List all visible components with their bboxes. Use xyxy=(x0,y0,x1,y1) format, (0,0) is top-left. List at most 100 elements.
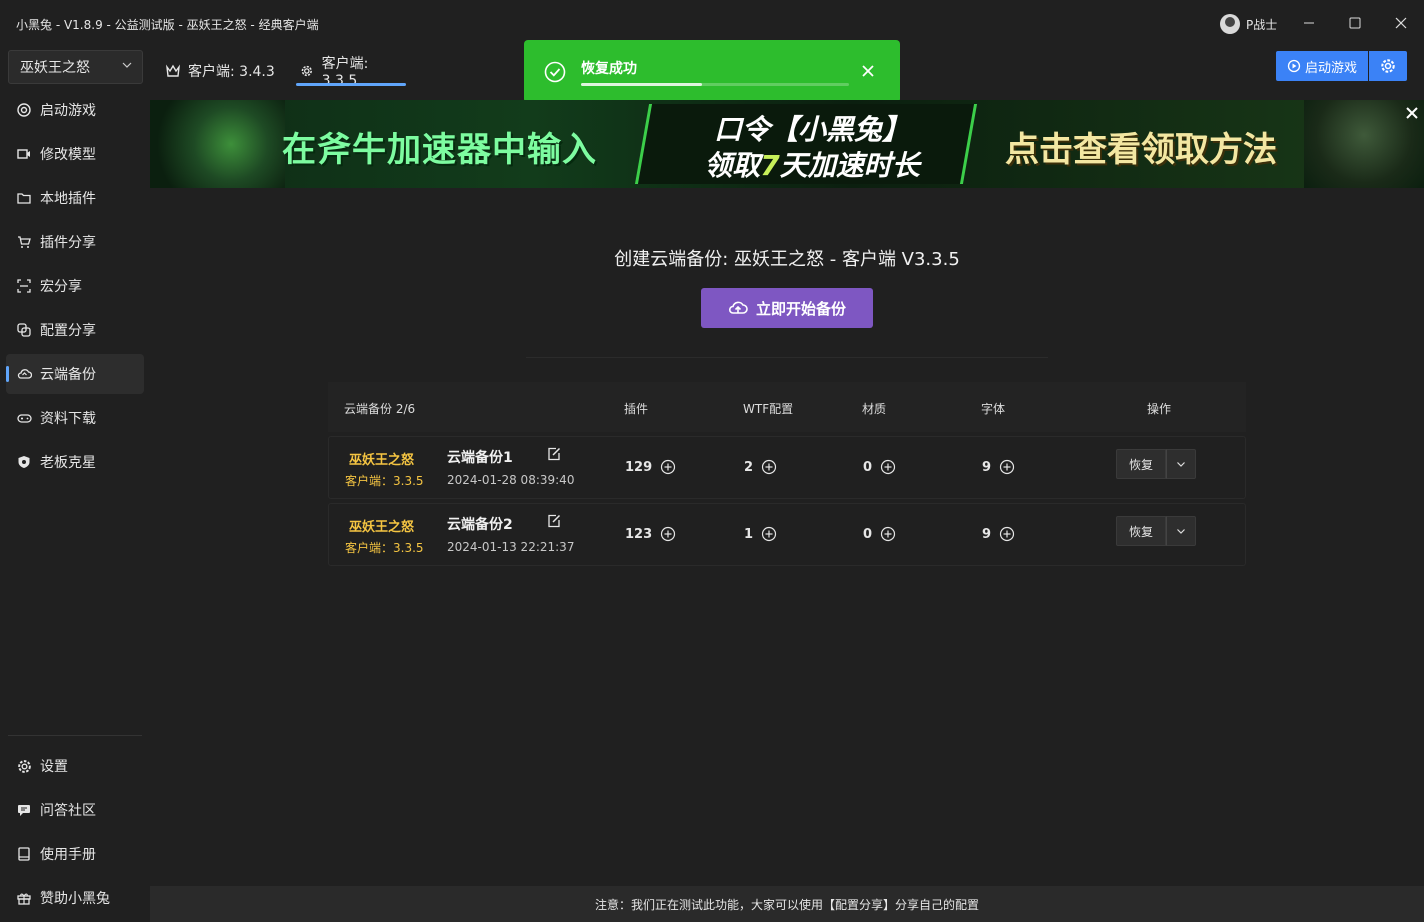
close-icon xyxy=(1395,17,1407,29)
launch-game-button[interactable]: 启动游戏 xyxy=(1276,51,1368,81)
sidebar-item-manual[interactable]: 使用手册 xyxy=(6,834,144,874)
avatar xyxy=(1220,14,1240,34)
sidebar-item-label: 老板克星 xyxy=(40,455,96,471)
game-select[interactable]: 巫妖王之怒 xyxy=(8,50,143,84)
row-textures-count: 0 xyxy=(863,526,873,542)
row-fonts-count: 9 xyxy=(982,526,992,542)
close-window-button[interactable] xyxy=(1389,12,1413,36)
restore-dropdown-button[interactable] xyxy=(1166,516,1196,546)
edit-icon[interactable] xyxy=(547,447,563,463)
banner-reward-days: 7 xyxy=(760,149,780,182)
sidebar-item-addon-share[interactable]: 插件分享 xyxy=(6,222,144,262)
minimize-button[interactable] xyxy=(1297,12,1321,36)
gift-icon xyxy=(16,890,32,906)
row-fonts-cell: 9 xyxy=(982,459,1015,475)
backup-title: 创建云端备份: 巫妖王之怒 - 客户端 V3.3.5 xyxy=(614,249,960,270)
row-backup-date: 2024-01-28 08:39:40 xyxy=(447,473,575,487)
plus-circle-icon[interactable] xyxy=(660,459,676,475)
chat-icon xyxy=(16,802,32,818)
sidebar-item-macro-share[interactable]: 宏分享 xyxy=(6,266,144,306)
launch-settings-button[interactable] xyxy=(1369,51,1407,81)
folder-icon xyxy=(16,190,32,206)
sidebar-item-boss-key[interactable]: 老板克星 xyxy=(6,442,144,482)
plus-circle-icon[interactable] xyxy=(999,526,1015,542)
row-game-name: 巫妖王之怒 xyxy=(349,520,415,535)
sidebar-item-label: 资料下载 xyxy=(40,411,96,427)
tab-label: 客户端: 3.4.3 xyxy=(188,64,275,80)
row-textures-cell: 0 xyxy=(863,526,896,542)
sidebar-item-label: 启动游戏 xyxy=(40,103,96,119)
minimize-icon xyxy=(1304,22,1314,24)
camera-icon xyxy=(16,146,32,162)
table-row: 巫妖王之怒 客户端：3.3.5 云端备份1 2024-01-28 08:39:4… xyxy=(328,436,1246,499)
sidebar-item-local-addons[interactable]: 本地插件 xyxy=(6,178,144,218)
toast-close-button[interactable] xyxy=(862,58,874,82)
banner-text-right: 点击查看领取方法 xyxy=(1005,130,1277,170)
chevron-down-icon xyxy=(122,60,132,73)
restore-dropdown-button[interactable] xyxy=(1166,449,1196,479)
plus-circle-icon[interactable] xyxy=(660,526,676,542)
restore-button[interactable]: 恢复 xyxy=(1116,449,1166,479)
plus-circle-icon[interactable] xyxy=(999,459,1015,475)
sidebar-item-label: 设置 xyxy=(40,759,68,775)
maximize-button[interactable] xyxy=(1343,12,1367,36)
row-backup-name: 云端备份2 xyxy=(447,517,513,533)
cloud-upload-icon xyxy=(729,301,748,314)
scan-icon xyxy=(16,278,32,294)
header-name: 云端备份 2/6 xyxy=(344,402,416,416)
sidebar-item-downloads[interactable]: 资料下载 xyxy=(6,398,144,438)
header-fonts: 字体 xyxy=(981,402,1006,416)
maximize-icon xyxy=(1349,17,1361,29)
footer-notice-text: 注意：我们正在测试此功能，大家可以使用【配置分享】分享自己的配置 xyxy=(594,897,979,912)
row-fonts-count: 9 xyxy=(982,459,992,475)
row-wtf-cell: 2 xyxy=(744,459,777,475)
launch-game-label: 启动游戏 xyxy=(1304,60,1357,76)
edit-icon[interactable] xyxy=(547,514,563,530)
sidebar-item-models[interactable]: 修改模型 xyxy=(6,134,144,174)
footer-notice: 注意：我们正在测试此功能，大家可以使用【配置分享】分享自己的配置 xyxy=(150,886,1424,922)
gear-icon xyxy=(16,758,32,774)
banner-text-code: 口令【小黑兔】 xyxy=(713,113,910,146)
sidebar-item-label: 使用手册 xyxy=(40,847,96,863)
row-addons-cell: 129 xyxy=(625,459,676,475)
plus-circle-icon[interactable] xyxy=(880,459,896,475)
plus-circle-icon[interactable] xyxy=(761,526,777,542)
start-backup-button[interactable]: 立即开始备份 xyxy=(701,288,873,328)
row-addons-count: 129 xyxy=(625,459,653,475)
check-circle-icon xyxy=(544,61,566,83)
row-game-name: 巫妖王之怒 xyxy=(349,453,415,468)
header-wtf: WTF配置 xyxy=(743,402,794,416)
sidebar-item-community[interactable]: 问答社区 xyxy=(6,790,144,830)
plus-circle-icon[interactable] xyxy=(880,526,896,542)
chevron-down-icon xyxy=(1177,529,1185,534)
sidebar-item-launch[interactable]: 启动游戏 xyxy=(6,90,144,130)
sidebar-item-label: 赞助小黑兔 xyxy=(40,891,110,907)
promo-banner[interactable]: 在斧牛加速器中输入 口令【小黑兔】 领取7天加速时长 点击查看领取方法 xyxy=(150,100,1424,188)
row-client-version: 客户端：3.3.5 xyxy=(345,474,424,488)
sidebar-item-sponsor[interactable]: 赞助小黑兔 xyxy=(6,878,144,918)
tab-client-343[interactable]: 客户端: 3.4.3 xyxy=(166,56,275,86)
restore-button[interactable]: 恢复 xyxy=(1116,516,1166,546)
gear-icon xyxy=(301,65,312,77)
target-icon xyxy=(16,102,32,118)
row-textures-cell: 0 xyxy=(863,459,896,475)
play-circle-icon xyxy=(1287,59,1301,73)
start-backup-label: 立即开始备份 xyxy=(755,299,846,318)
banner-text-left: 在斧牛加速器中输入 xyxy=(282,130,597,170)
row-backup-date: 2024-01-13 22:21:37 xyxy=(447,540,575,554)
sidebar-item-config-share[interactable]: 配置分享 xyxy=(6,310,144,350)
toast-progress xyxy=(581,83,849,86)
sidebar-item-settings[interactable]: 设置 xyxy=(6,746,144,786)
sidebar-item-label: 云端备份 xyxy=(40,367,96,383)
sidebar-item-cloud-backup[interactable]: 云端备份 xyxy=(6,354,144,394)
row-backup-name: 云端备份1 xyxy=(447,450,513,466)
user-name: P战士 xyxy=(1246,17,1278,32)
user-menu[interactable]: P战士 xyxy=(1220,14,1277,34)
header-addons: 插件 xyxy=(624,402,649,416)
plus-circle-icon[interactable] xyxy=(761,459,777,475)
book-icon xyxy=(16,846,32,862)
banner-close-button[interactable] xyxy=(1402,100,1422,124)
row-fonts-cell: 9 xyxy=(982,526,1015,542)
tab-client-335[interactable]: 客户端: 3.3.5 xyxy=(296,56,406,89)
sidebar-item-label: 修改模型 xyxy=(40,147,96,163)
